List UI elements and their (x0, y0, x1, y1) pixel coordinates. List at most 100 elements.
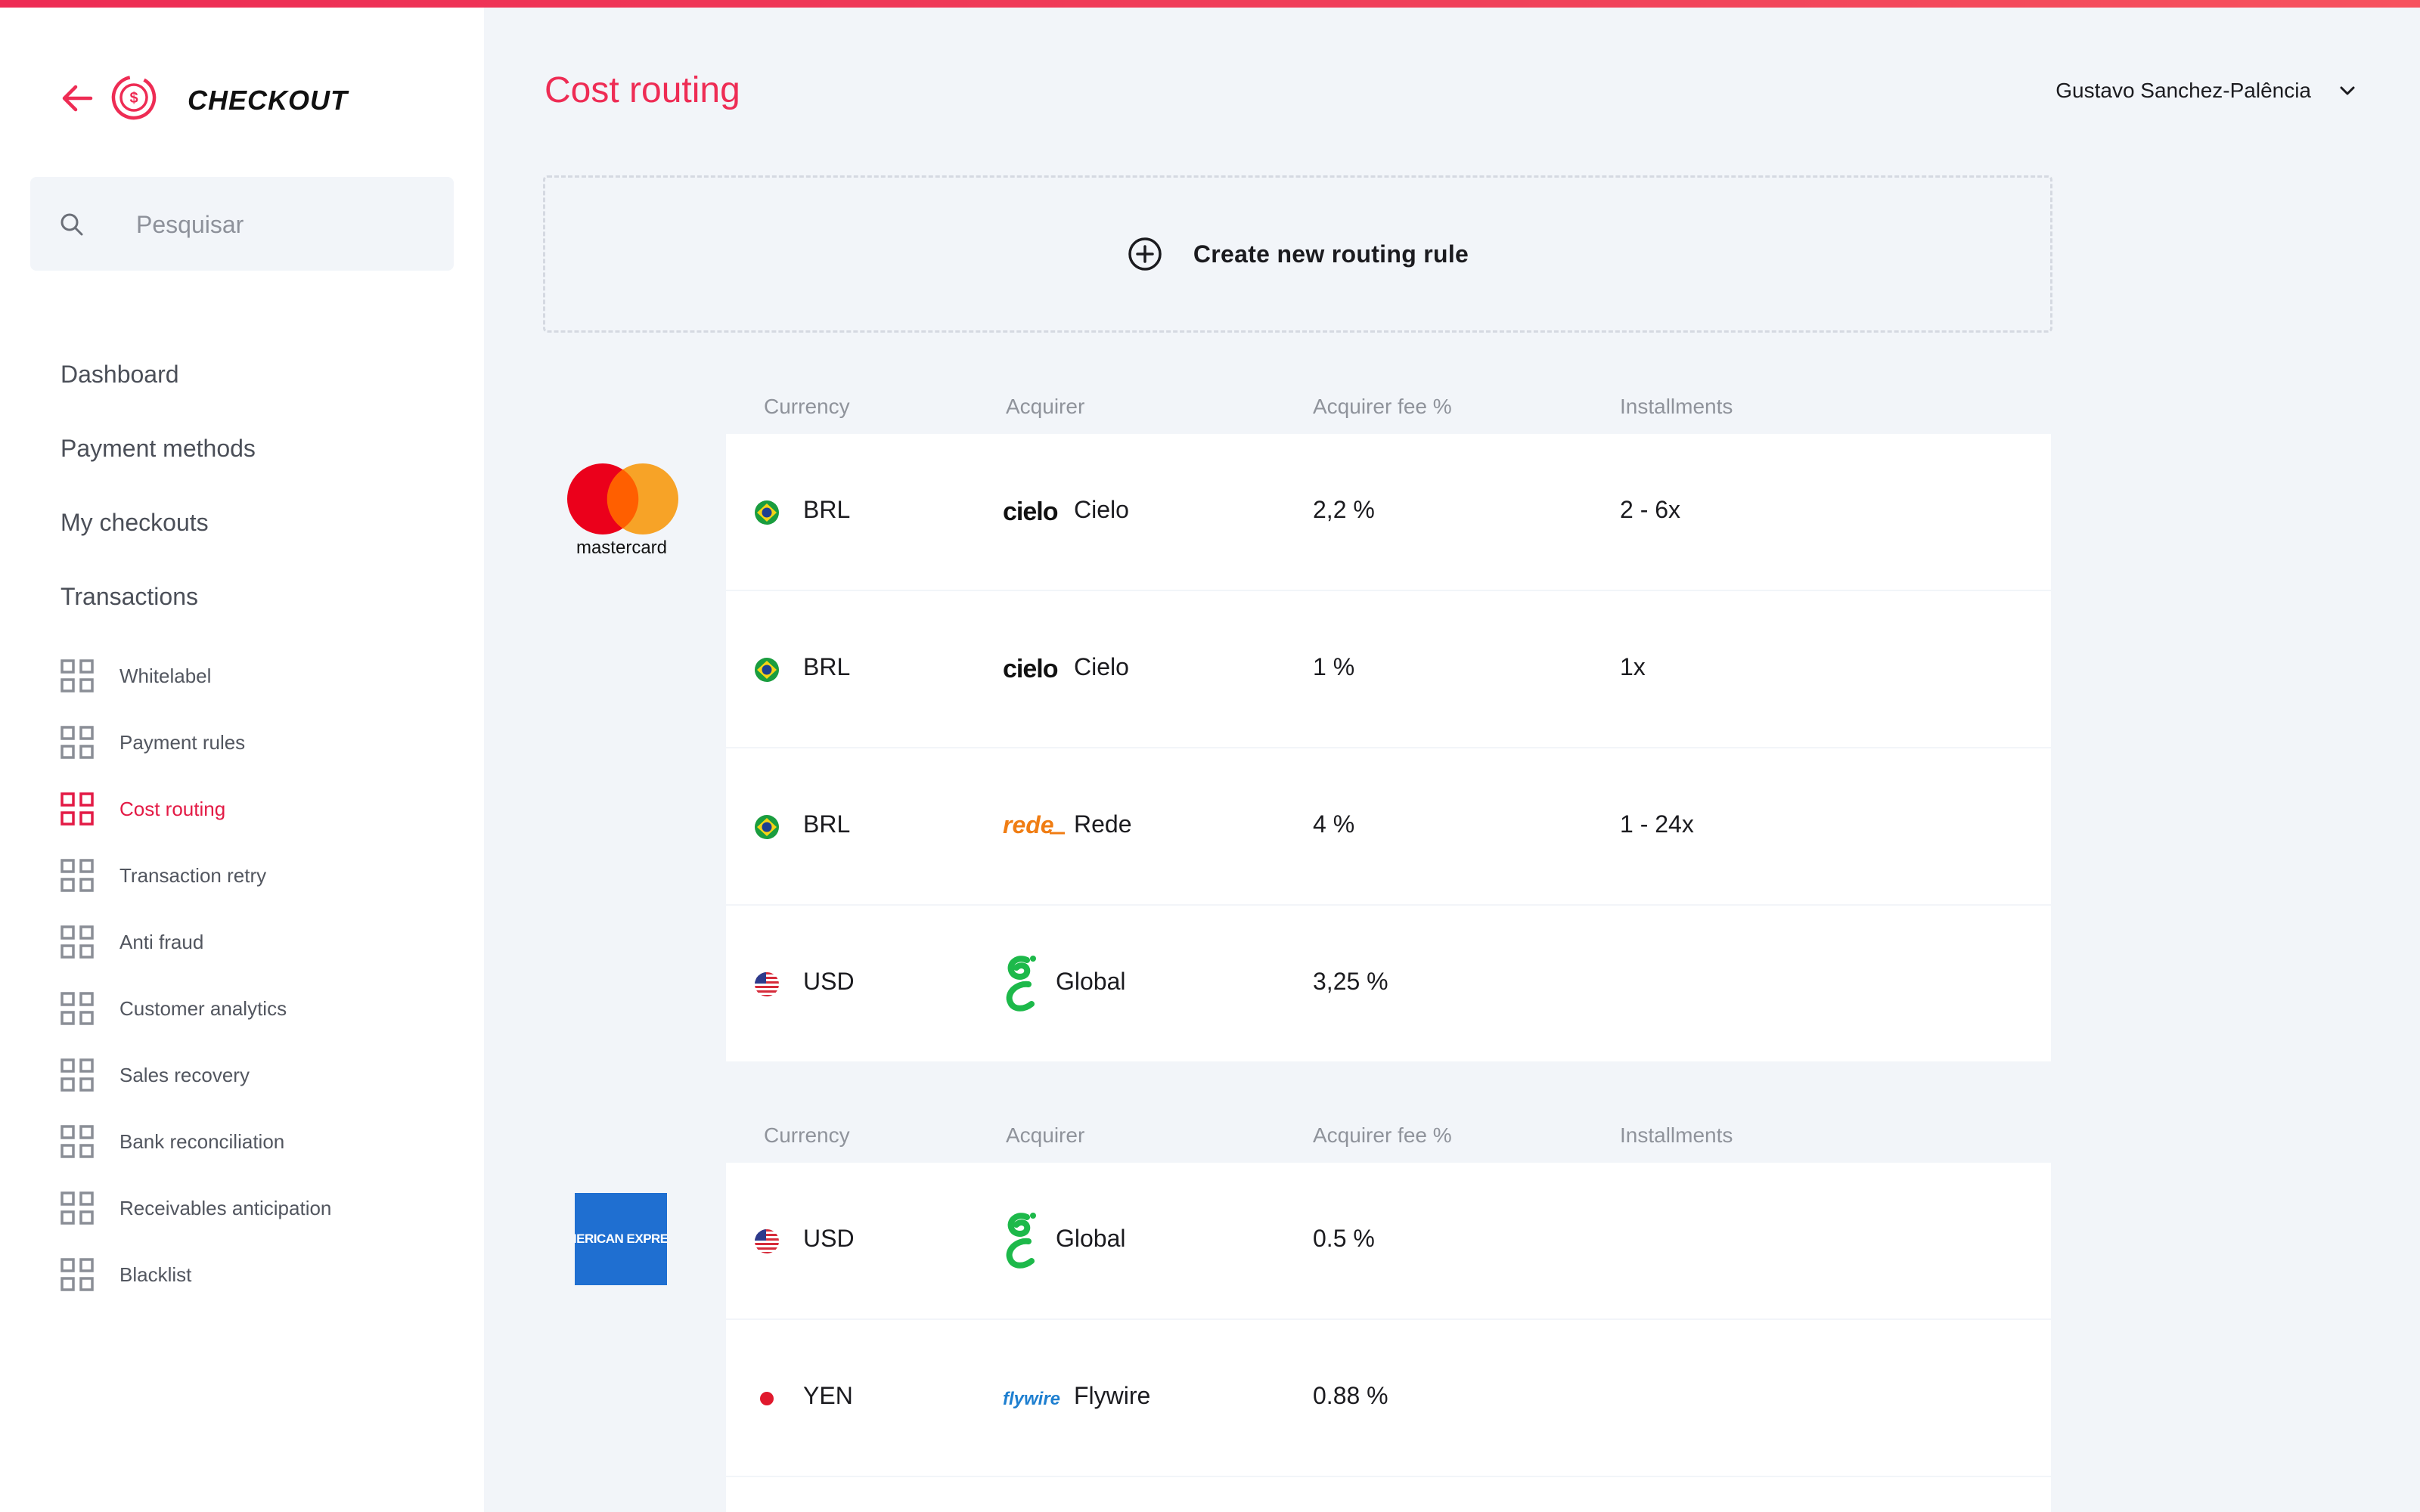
nav-item-dashboard[interactable]: Dashboard (60, 337, 256, 411)
nav-item-my-checkouts[interactable]: My checkouts (60, 485, 256, 559)
module-item-label: Whitelabel (119, 664, 212, 687)
module-item-label: Cost routing (119, 797, 226, 820)
search-input[interactable] (136, 204, 439, 245)
rede-logo-text: rede (1003, 811, 1054, 838)
module-nav: Whitelabel Payment rules Cost routing Tr… (60, 643, 331, 1308)
currency-code: USD (803, 1225, 855, 1252)
usa-flag-icon (755, 1229, 779, 1253)
brazil-flag-icon (755, 658, 779, 682)
acquirer-name: Rede (1074, 810, 1132, 838)
main-nav: Dashboard Payment methods My checkouts T… (60, 337, 256, 634)
module-item-label: Bank reconciliation (119, 1129, 285, 1153)
acquirer-name: Flywire (1074, 1382, 1151, 1409)
search-box[interactable] (30, 177, 454, 271)
grid-icon (60, 1258, 94, 1291)
currency-code: USD (803, 968, 855, 995)
installments: 2 - 6x (1620, 496, 1681, 523)
module-item-bank-reconciliation[interactable]: Bank reconciliation (60, 1108, 331, 1175)
top-accent-bar (0, 0, 2420, 8)
module-item-transaction-retry[interactable]: Transaction retry (60, 842, 331, 909)
acquirer-fee: 3,25 % (1313, 968, 1388, 995)
grid-icon (60, 1125, 94, 1158)
grid-icon (60, 659, 94, 692)
module-item-label: Transaction retry (119, 863, 267, 887)
grid-icon (60, 792, 94, 826)
grid-icon (60, 859, 94, 892)
amex-wordmark: AMERICAN EXPRESS (575, 1232, 667, 1246)
table-header: Currency Acquirer Acquirer fee % Install… (543, 1111, 2055, 1157)
table-row[interactable]: BRL rede Rede 4 % 1 - 24x (726, 748, 2051, 904)
currency-code: BRL (803, 810, 851, 838)
module-item-label: Receivables anticipation (119, 1196, 332, 1219)
module-item-blacklist[interactable]: Blacklist (60, 1241, 331, 1308)
flywire-logo-text: flywire (1003, 1389, 1060, 1409)
page-title: Cost routing (544, 70, 740, 110)
acquirer-fee: 2,2 % (1313, 496, 1375, 523)
table-header: Currency Acquirer Acquirer fee % Install… (543, 383, 2055, 428)
currency-code: BRL (803, 653, 851, 680)
column-header-acquirer: Acquirer (1006, 395, 1085, 418)
acquirer-fee: 0.5 % (1313, 1225, 1375, 1252)
acquirer-fee: 1 % (1313, 653, 1355, 680)
brand-name: CHECKOUT (188, 85, 348, 116)
nav-item-payment-methods[interactable]: Payment methods (60, 411, 256, 485)
chevron-down-icon (2340, 86, 2355, 95)
grid-icon (60, 1058, 94, 1092)
grid-icon (60, 992, 94, 1025)
routing-rows: USD Global 0.5 % YEN flywire Flywire 0.8… (726, 1163, 2051, 1512)
currency-code: BRL (803, 496, 851, 523)
grid-icon (60, 726, 94, 759)
acquirer-name: Cielo (1074, 653, 1129, 680)
acquirer-name: Global (1056, 1225, 1126, 1252)
cielo-logo-text: cielo (1003, 497, 1058, 526)
module-item-label: Blacklist (119, 1263, 192, 1286)
column-header-fee: Acquirer fee % (1313, 1123, 1452, 1147)
mastercard-wordmark: mastercard (576, 538, 667, 558)
sidebar: $ CHECKOUT Dashboard Payment methods My … (0, 8, 484, 1512)
flywire-logo-icon: flywire (1003, 1377, 1068, 1420)
create-routing-rule-label: Create new routing rule (1193, 240, 1469, 268)
currency-code: YEN (803, 1382, 853, 1409)
acquirer-fee: 4 % (1313, 810, 1355, 838)
table-row[interactable] (726, 1477, 2051, 1512)
module-item-cost-routing[interactable]: Cost routing (60, 776, 331, 842)
column-header-acquirer: Acquirer (1006, 1123, 1085, 1147)
table-row[interactable]: YEN flywire Flywire 0.88 % (726, 1320, 2051, 1476)
user-menu[interactable]: Gustavo Sanchez-Palência (2055, 79, 2358, 103)
search-icon (59, 212, 85, 237)
user-name: Gustavo Sanchez-Palência (2055, 79, 2311, 102)
module-item-sales-recovery[interactable]: Sales recovery (60, 1042, 331, 1108)
column-header-installments: Installments (1620, 1123, 1733, 1147)
japan-flag-icon (755, 1387, 779, 1411)
column-header-currency: Currency (764, 1123, 850, 1147)
module-item-label: Payment rules (119, 730, 246, 754)
installments: 1x (1620, 653, 1646, 680)
add-circle-icon (1128, 237, 1162, 271)
module-item-label: Sales recovery (119, 1063, 250, 1086)
global-logo-icon (1001, 1211, 1042, 1272)
checkout-logo-icon: $ (110, 74, 157, 121)
nav-item-transactions[interactable]: Transactions (60, 559, 256, 634)
module-item-whitelabel[interactable]: Whitelabel (60, 643, 331, 709)
routing-rows: BRL cielo Cielo 2,2 % 2 - 6x BRL cielo C… (726, 434, 2051, 1063)
grid-icon (60, 1191, 94, 1225)
installments: 1 - 24x (1620, 810, 1694, 838)
table-row[interactable]: USD Global 3,25 % (726, 906, 2051, 1061)
grid-icon (60, 925, 94, 959)
create-routing-rule-button[interactable]: Create new routing rule (543, 175, 2052, 333)
table-row[interactable]: BRL cielo Cielo 1 % 1x (726, 591, 2051, 747)
cielo-logo-text: cielo (1003, 655, 1058, 683)
module-item-payment-rules[interactable]: Payment rules (60, 709, 331, 776)
mastercard-logo: mastercard (561, 461, 682, 559)
module-item-label: Anti fraud (119, 930, 204, 953)
acquirer-fee: 0.88 % (1313, 1382, 1388, 1409)
module-item-anti-fraud[interactable]: Anti fraud (60, 909, 331, 975)
table-row[interactable]: BRL cielo Cielo 2,2 % 2 - 6x (726, 434, 2051, 590)
module-item-customer-analytics[interactable]: Customer analytics (60, 975, 331, 1042)
cielo-logo-icon: cielo (1003, 649, 1063, 691)
module-item-label: Customer analytics (119, 996, 287, 1020)
table-row[interactable]: USD Global 0.5 % (726, 1163, 2051, 1318)
module-item-receivables-anticipation[interactable]: Receivables anticipation (60, 1175, 331, 1241)
back-arrow-icon[interactable] (60, 77, 94, 119)
acquirer-name: Cielo (1074, 496, 1129, 523)
